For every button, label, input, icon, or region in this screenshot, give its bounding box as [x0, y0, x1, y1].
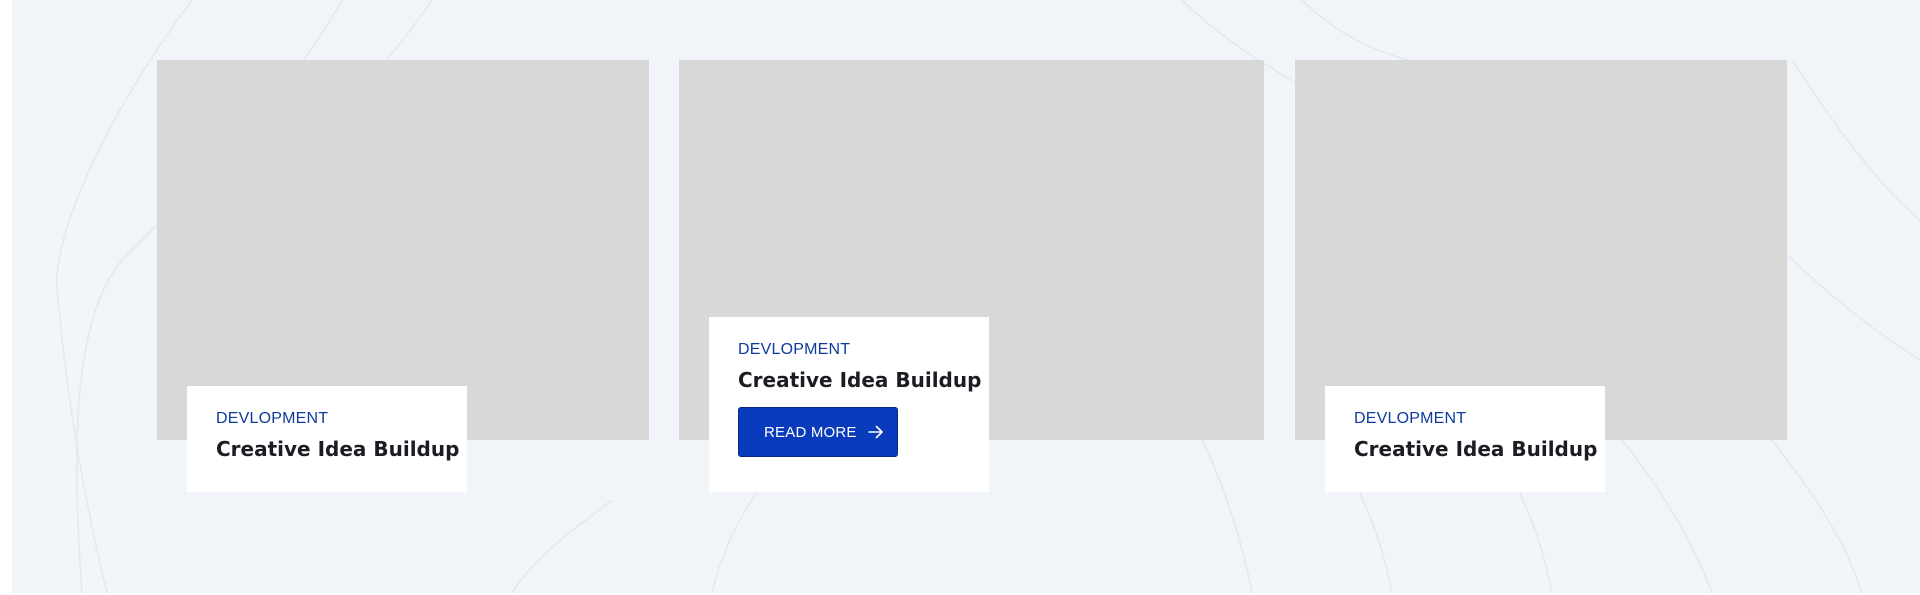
- post-info-box: DEVLOPMENT Creative Idea Buildup: [187, 386, 467, 492]
- post-image[interactable]: [157, 60, 649, 440]
- blog-card[interactable]: DEVLOPMENT Creative Idea Buildup: [157, 60, 649, 492]
- post-info-box: DEVLOPMENT Creative Idea Buildup READ MO…: [709, 317, 989, 492]
- read-more-label: READ MORE: [764, 423, 857, 441]
- blog-section: DEVLOPMENT Creative Idea Buildup DEVLOPM…: [12, 0, 1920, 593]
- post-image[interactable]: [1295, 60, 1787, 440]
- read-more-button[interactable]: READ MORE: [738, 407, 898, 457]
- blog-card[interactable]: DEVLOPMENT Creative Idea Buildup READ MO…: [679, 60, 1264, 492]
- post-category[interactable]: DEVLOPMENT: [738, 341, 960, 359]
- post-title[interactable]: Creative Idea Buildup: [1354, 436, 1597, 462]
- post-title[interactable]: Creative Idea Buildup: [216, 436, 459, 462]
- arrow-right-icon: [867, 425, 883, 439]
- post-title[interactable]: Creative Idea Buildup: [738, 367, 981, 393]
- blog-card[interactable]: DEVLOPMENT Creative Idea Buildup: [1295, 60, 1787, 492]
- post-info-box: DEVLOPMENT Creative Idea Buildup: [1325, 386, 1605, 492]
- post-category[interactable]: DEVLOPMENT: [1354, 410, 1576, 428]
- post-category[interactable]: DEVLOPMENT: [216, 410, 438, 428]
